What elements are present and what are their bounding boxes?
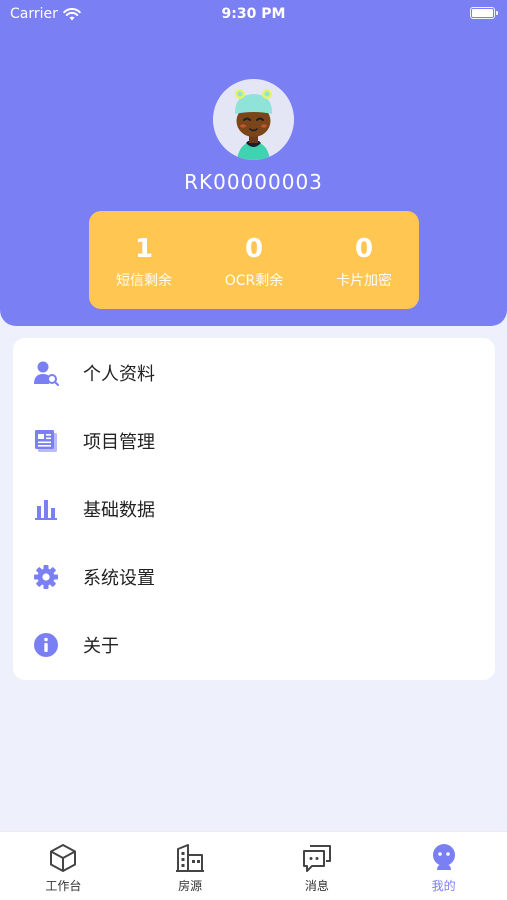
menu-label: 项目管理	[83, 432, 155, 453]
avatar-illustration	[213, 79, 294, 160]
user-search-icon	[33, 360, 59, 386]
menu-item-project-management[interactable]: 项目管理	[13, 407, 495, 475]
status-time: 9:30 PM	[221, 6, 286, 22]
tab-bar: 工作台 房源 消息 我的	[0, 831, 507, 900]
tab-label: 房源	[178, 879, 203, 893]
menu-label: 基础数据	[83, 500, 155, 521]
document-stack-icon	[33, 428, 59, 454]
gear-icon	[33, 564, 59, 590]
stat-value: 1	[134, 234, 154, 264]
menu-card: 个人资料 项目管理 基础数据 系统设置 关于	[13, 338, 495, 680]
stat-card-encryption[interactable]: 0 卡片加密	[309, 211, 419, 309]
avatar[interactable]	[213, 79, 294, 160]
tab-label: 我的	[431, 879, 456, 893]
profile-header: Carrier 9:30 PM RK00000003 1 短信剩余 0 OCR剩…	[0, 0, 507, 326]
stat-sms-remaining[interactable]: 1 短信剩余	[89, 211, 199, 309]
menu-item-profile[interactable]: 个人资料	[13, 339, 495, 407]
tab-mine[interactable]: 我的	[380, 832, 507, 900]
menu-label: 关于	[83, 636, 119, 657]
menu-item-system-settings[interactable]: 系统设置	[13, 543, 495, 611]
status-bar: Carrier 9:30 PM	[0, 0, 507, 30]
bar-chart-icon	[33, 496, 59, 522]
menu-item-basic-data[interactable]: 基础数据	[13, 475, 495, 543]
tab-label: 消息	[304, 879, 329, 893]
tab-messages[interactable]: 消息	[254, 832, 381, 900]
stat-value: 0	[244, 234, 264, 264]
tab-listings[interactable]: 房源	[127, 832, 254, 900]
chat-icon	[301, 842, 333, 874]
stats-card: 1 短信剩余 0 OCR剩余 0 卡片加密	[89, 211, 419, 309]
person-icon	[428, 842, 460, 874]
stat-ocr-remaining[interactable]: 0 OCR剩余	[199, 211, 309, 309]
menu-label: 个人资料	[83, 364, 155, 385]
tab-workbench[interactable]: 工作台	[0, 832, 127, 900]
stat-label: 短信剩余	[116, 273, 172, 289]
menu-label: 系统设置	[83, 568, 155, 589]
battery-icon	[470, 7, 498, 19]
menu-item-about[interactable]: 关于	[13, 611, 495, 679]
stat-value: 0	[354, 234, 374, 264]
tab-label: 工作台	[45, 879, 82, 893]
username: RK00000003	[184, 170, 323, 194]
info-icon	[33, 632, 59, 658]
building-icon	[174, 842, 206, 874]
stat-label: OCR剩余	[224, 273, 284, 289]
cube-icon	[47, 842, 79, 874]
stat-label: 卡片加密	[336, 273, 392, 289]
